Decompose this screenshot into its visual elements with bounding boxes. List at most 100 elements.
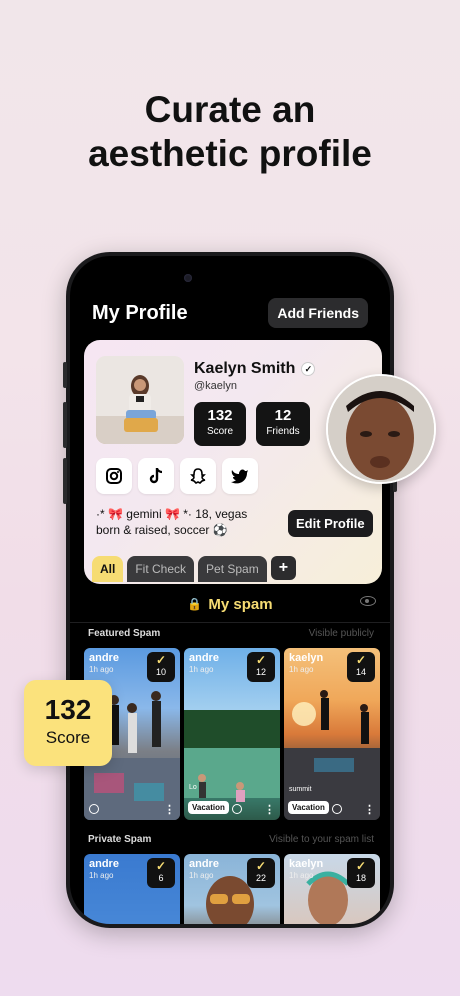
more-icon[interactable]: ⋮ — [164, 805, 175, 816]
tile-user: kaelyn — [289, 858, 324, 870]
bio-line-2: born & raised, soccer ⚽ — [96, 523, 228, 537]
globe-icon — [332, 804, 342, 814]
private-note: Visible to your spam list — [269, 834, 374, 845]
top-bar: My Profile Add Friends — [92, 298, 368, 328]
add-friends-button[interactable]: Add Friends — [268, 298, 368, 328]
check-count-badge: ✓ 18 — [347, 858, 375, 888]
check-count: 12 — [255, 667, 266, 677]
score-badge-value: 132 — [44, 694, 92, 725]
avatar-photo-icon — [96, 356, 184, 444]
verified-icon: ✓ — [301, 362, 316, 376]
check-count: 14 — [355, 667, 366, 677]
face-photo-icon — [328, 376, 434, 482]
bio: ·* 🎀 gemini 🎀 *· 18, vegas born & raised… — [96, 506, 276, 538]
check-icon: ✓ — [355, 653, 367, 667]
score-stat[interactable]: 132 Score — [194, 402, 246, 446]
tile-time: 1h ago — [189, 871, 214, 880]
profile-name: Kaelyn Smith ✓ — [194, 360, 316, 378]
profile-name-text: Kaelyn Smith — [194, 360, 296, 377]
social-links — [96, 458, 258, 494]
tile-caption: Lo — [189, 784, 197, 791]
phone-screen: My Profile Add Friends Kaelyn Smith ✓ @k… — [70, 256, 390, 924]
volume-up-button — [63, 402, 67, 448]
check-icon: ✓ — [255, 653, 267, 667]
globe-icon — [89, 804, 99, 814]
snapchat-icon[interactable] — [180, 458, 216, 494]
tile-caption: summit — [289, 786, 312, 793]
private-tile[interactable]: andre 1h ago ✓ 6 — [84, 854, 180, 924]
headline-line-2: aesthetic profile — [88, 133, 372, 174]
check-count-badge: ✓ 14 — [347, 652, 375, 682]
check-count: 22 — [255, 873, 266, 883]
tile-user: andre — [89, 652, 119, 664]
edit-profile-button[interactable]: Edit Profile — [288, 510, 373, 537]
headline-line-1: Curate an — [144, 89, 316, 130]
check-count-badge: ✓ 10 — [147, 652, 175, 682]
check-icon: ✓ — [355, 859, 367, 873]
private-title: Private Spam — [88, 834, 152, 845]
my-spam-bar: 🔒 My spam — [84, 586, 376, 622]
check-icon: ✓ — [155, 859, 167, 873]
tab-all[interactable]: All — [92, 556, 124, 582]
bio-line-1: ·* 🎀 gemini 🎀 *· 18, vegas — [96, 507, 248, 521]
vacation-tag[interactable]: Vacation — [288, 801, 329, 814]
score-stat-value: 132 — [207, 407, 233, 424]
more-icon[interactable]: ⋮ — [264, 805, 275, 816]
friends-stat-value: 12 — [274, 407, 292, 424]
avatar[interactable] — [96, 356, 184, 444]
check-count: 6 — [158, 873, 164, 883]
tile-time: 1h ago — [289, 871, 314, 880]
tile-user: andre — [189, 652, 219, 664]
check-icon: ✓ — [255, 859, 267, 873]
spam-tabs: All Fit Check Pet Spam + — [92, 556, 297, 582]
private-tile[interactable]: kaelyn 1h ago ✓ 18 — [284, 854, 380, 924]
featured-note: Visible publicly — [308, 628, 374, 639]
more-icon[interactable]: ⋮ — [364, 805, 375, 816]
globe-icon — [232, 804, 242, 814]
page-title: My Profile — [92, 301, 188, 324]
score-badge-label: Score — [45, 728, 91, 747]
phone-frame: My Profile Add Friends Kaelyn Smith ✓ @k… — [63, 252, 397, 928]
tile-user: andre — [89, 858, 119, 870]
add-tab-button[interactable]: + — [270, 556, 297, 580]
my-spam-label: My spam — [208, 595, 273, 613]
check-count-badge: ✓ 22 — [247, 858, 275, 888]
private-grid: andre 1h ago ✓ 6 andre 1h ago ✓ 22 kaely… — [84, 854, 380, 924]
tile-user: andre — [189, 858, 219, 870]
vacation-tag[interactable]: Vacation — [188, 801, 229, 814]
twitter-icon[interactable] — [222, 458, 258, 494]
featured-header: Featured Spam Visible publicly — [88, 628, 374, 639]
instagram-icon[interactable] — [96, 458, 132, 494]
divider — [70, 622, 390, 623]
volume-down-button — [63, 458, 67, 504]
tab-pet-spam[interactable]: Pet Spam — [198, 556, 267, 582]
check-icon: ✓ — [155, 653, 167, 667]
check-count: 18 — [355, 873, 366, 883]
eye-icon[interactable] — [360, 596, 376, 606]
profile-handle: @kaelyn — [194, 380, 237, 392]
tile-time: 1h ago — [89, 871, 114, 880]
score-badge: 132 Score — [24, 680, 112, 766]
check-count: 10 — [155, 667, 166, 677]
check-count-badge: ✓ 12 — [247, 652, 275, 682]
tile-time: 1h ago — [189, 665, 214, 674]
camera-icon — [184, 274, 192, 282]
featured-title: Featured Spam — [88, 628, 161, 639]
tile-user: kaelyn — [289, 652, 324, 664]
check-count-badge: ✓ 6 — [147, 858, 175, 888]
tile-time: 1h ago — [89, 665, 114, 674]
tile-time: 1h ago — [289, 665, 314, 674]
friends-stat-label: Friends — [266, 426, 300, 437]
mute-switch — [63, 362, 67, 388]
friends-stat[interactable]: 12 Friends — [256, 402, 310, 446]
private-tile[interactable]: andre 1h ago ✓ 22 — [184, 854, 280, 924]
featured-tile[interactable]: andre 1h ago ✓ 12 Lo Vacation ⋮ — [184, 648, 280, 820]
featured-tile[interactable]: kaelyn 1h ago ✓ 14 summit Vacation ⋮ — [284, 648, 380, 820]
headline: Curate an aesthetic profile — [0, 88, 460, 176]
tab-fit-check[interactable]: Fit Check — [127, 556, 195, 582]
friend-avatar — [326, 374, 436, 484]
lock-icon: 🔒 — [187, 597, 203, 611]
score-stat-label: Score — [206, 426, 234, 437]
tiktok-icon[interactable] — [138, 458, 174, 494]
featured-grid: andre 1h ago ✓ 10 ⋮ andre 1h ago ✓ 12 Lo… — [84, 648, 380, 820]
